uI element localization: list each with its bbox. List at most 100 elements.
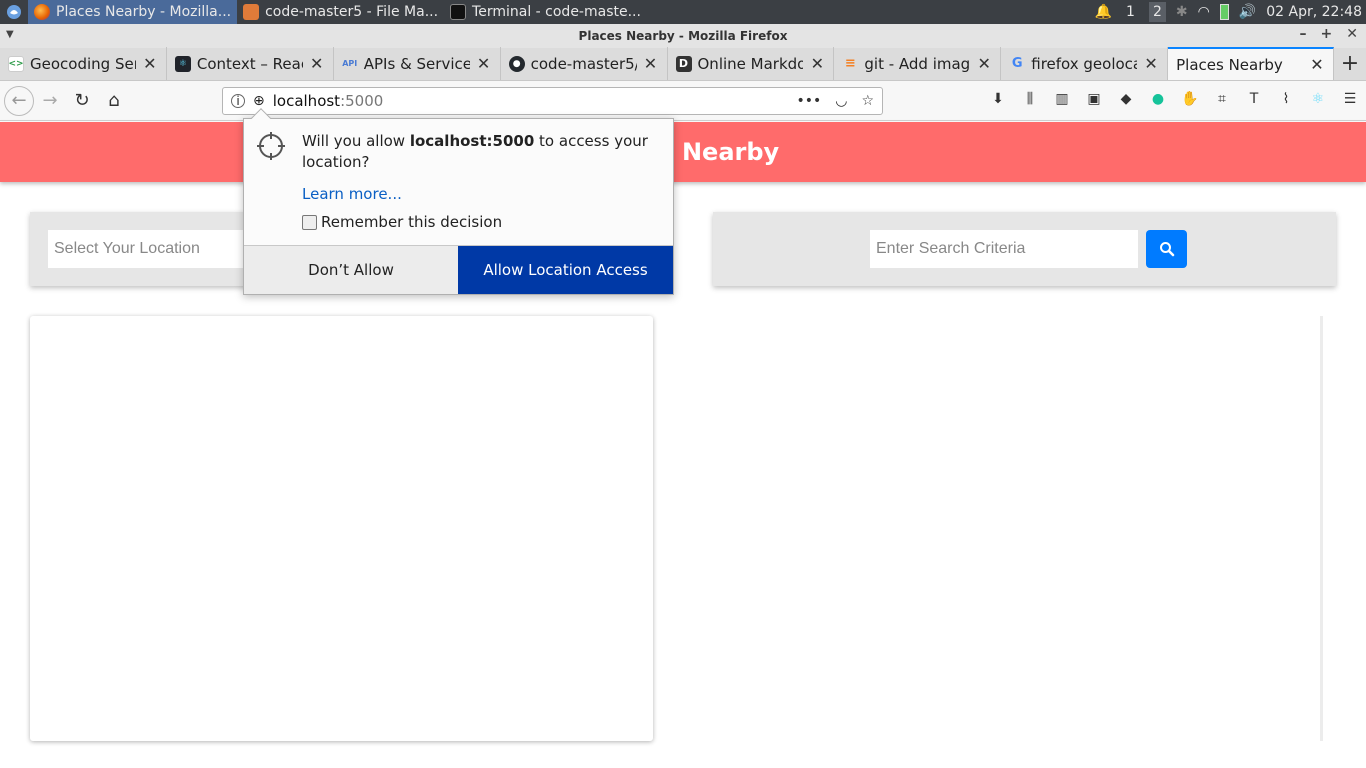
bluetooth-icon[interactable]: ✱ [1176,4,1188,20]
task-file-manager[interactable]: code-master5 - File Ma... [237,0,444,24]
task-label: Places Nearby - Mozilla... [56,4,232,20]
hamburger-menu-icon[interactable]: ☰ [1340,89,1360,109]
popup-message-prefix: Will you allow [302,132,410,150]
tab-context-react[interactable]: ⚛ Context – React ✕ [167,47,334,80]
tab-title: code-master5/p [530,54,637,73]
notification-bell-icon[interactable]: 🔔 [1095,4,1112,20]
react-devtools-icon[interactable]: ⚛ [1308,89,1328,109]
tab-close-icon[interactable]: ✕ [1309,55,1325,74]
volume-icon[interactable]: 🔊 [1239,4,1256,20]
task-firefox[interactable]: Places Nearby - Mozilla... [28,0,238,24]
battery-icon[interactable] [1219,4,1229,20]
tab-close-icon[interactable]: ✕ [142,54,158,73]
remember-checkbox[interactable] [302,214,317,230]
downloads-icon[interactable]: ⬇ [988,89,1008,109]
window-title: Places Nearby - Mozilla Firefox [578,29,788,43]
firefox-icon [34,4,50,20]
task-label: Terminal - code-maste... [472,4,641,20]
tab-markdown[interactable]: D Online Markdov ✕ [668,47,835,80]
location-permission-icon[interactable]: ⊕ [253,93,265,109]
popup-message: Will you allow localhost:5000 to access … [302,131,652,173]
tab-close-icon[interactable]: ✕ [809,54,825,73]
reload-button[interactable]: ↻ [66,85,98,117]
clock[interactable]: 02 Apr, 22:48 [1266,4,1362,20]
tab-title: firefox geolocat [1031,54,1138,73]
tab-title: Geocoding Serv [30,54,136,73]
github-icon: ● [508,55,525,72]
page-content: Places Nearby Select Your Location Enter… [0,122,1366,768]
tab-title: Places Nearby [1176,55,1283,74]
info-icon[interactable]: i [231,94,245,108]
tab-title: Online Markdov [697,54,804,73]
close-window-icon[interactable]: ✕ [1346,26,1358,42]
url-host: localhost [272,92,341,110]
minimize-icon[interactable]: – [1300,26,1307,42]
home-button[interactable]: ⌂ [98,85,130,117]
sidebar-icon[interactable]: ▥ [1052,89,1072,109]
window-titlebar: ▼ Places Nearby - Mozilla Firefox – + ✕ [0,24,1366,48]
url-bar[interactable]: i ⊕ localhost:5000 ••• ◡ ☆ [222,87,883,115]
tab-places-nearby[interactable]: Places Nearby ✕ [1168,47,1334,80]
tab-close-icon[interactable]: ✕ [643,54,659,73]
search-icon [1159,242,1174,257]
tab-title: APIs & Services [363,54,470,73]
map-container[interactable] [30,316,653,741]
library-icon[interactable]: ⫼ [1020,89,1040,109]
task-terminal[interactable]: Terminal - code-maste... [444,0,647,24]
forward-button[interactable]: → [34,85,66,117]
new-tab-button[interactable]: + [1334,47,1366,80]
tab-strip: <> Geocoding Serv ✕ ⚛ Context – React ✕ … [0,47,1366,81]
extension-icon[interactable]: ▣ [1084,89,1104,109]
url-port: :5000 [340,92,384,110]
maximize-icon[interactable]: + [1321,26,1333,42]
popup-message-host: localhost:5000 [409,132,535,150]
bookmark-star-icon[interactable]: ☆ [861,93,874,109]
tab-stackoverflow[interactable]: ≡ git - Add image ✕ [834,47,1002,80]
tab-close-icon[interactable]: ✕ [476,54,492,73]
app-menu-icon[interactable] [0,0,28,24]
learn-more-link[interactable]: Learn more... [302,185,402,203]
home-folder-icon [243,4,260,20]
grammarly-icon[interactable]: ● [1148,89,1168,109]
tab-apis-services[interactable]: API APIs & Services ✕ [334,47,501,80]
screenshot-crop-icon[interactable]: ⌗ [1212,89,1232,109]
ublock-icon[interactable]: ◆ [1116,89,1136,109]
google-icon: G [1011,56,1023,71]
tab-close-icon[interactable]: ✕ [976,54,992,73]
tab-favicon-icon: <> [8,55,24,72]
sneaker-extension-icon[interactable]: ⌇ [1276,89,1296,109]
pocket-icon[interactable]: ◡ [835,93,847,109]
workspace-1[interactable]: 1 [1122,2,1139,22]
tab-github[interactable]: ● code-master5/p ✕ [501,47,668,80]
remember-decision[interactable]: Remember this decision [302,213,502,231]
text-extension-icon[interactable]: T [1244,89,1264,109]
page-actions-icon[interactable]: ••• [796,93,821,109]
search-input[interactable]: Enter Search Criteria [870,230,1138,268]
api-icon: API [342,59,358,68]
stackoverflow-icon: ≡ [844,56,856,71]
tab-close-icon[interactable]: ✕ [1143,54,1159,73]
wifi-icon[interactable]: ◠ [1198,4,1210,20]
allow-location-button[interactable]: Allow Location Access [458,246,673,294]
app-header: Places Nearby [0,122,1366,182]
react-icon: ⚛ [174,55,191,72]
navigation-toolbar: ← → ↻ ⌂ i ⊕ localhost:5000 ••• ◡ ☆ ⬇ ⫼ ▥… [0,81,1366,121]
window-menu-icon[interactable]: ▼ [6,29,14,40]
extension-hand-icon[interactable]: ✋ [1180,89,1200,109]
remember-label: Remember this decision [321,213,503,231]
task-label: code-master5 - File Ma... [265,4,439,20]
back-button[interactable]: ← [4,85,34,116]
tab-geocoding[interactable]: <> Geocoding Serv ✕ [0,47,167,80]
tab-google-search[interactable]: G firefox geolocat ✕ [1001,47,1169,80]
search-button[interactable] [1146,230,1187,268]
dont-allow-button[interactable]: Don’t Allow [244,246,458,294]
tab-title: git - Add image [864,54,971,73]
tab-close-icon[interactable]: ✕ [309,54,325,73]
search-card: Enter Search Criteria [713,212,1336,286]
tab-title: Context – React [196,54,303,73]
workspace-2[interactable]: 2 [1148,2,1166,22]
geolocation-icon [256,131,286,165]
system-taskbar: Places Nearby - Mozilla... code-master5 … [0,0,1366,24]
location-permission-popup: Will you allow localhost:5000 to access … [243,108,674,295]
terminal-icon [450,4,467,20]
